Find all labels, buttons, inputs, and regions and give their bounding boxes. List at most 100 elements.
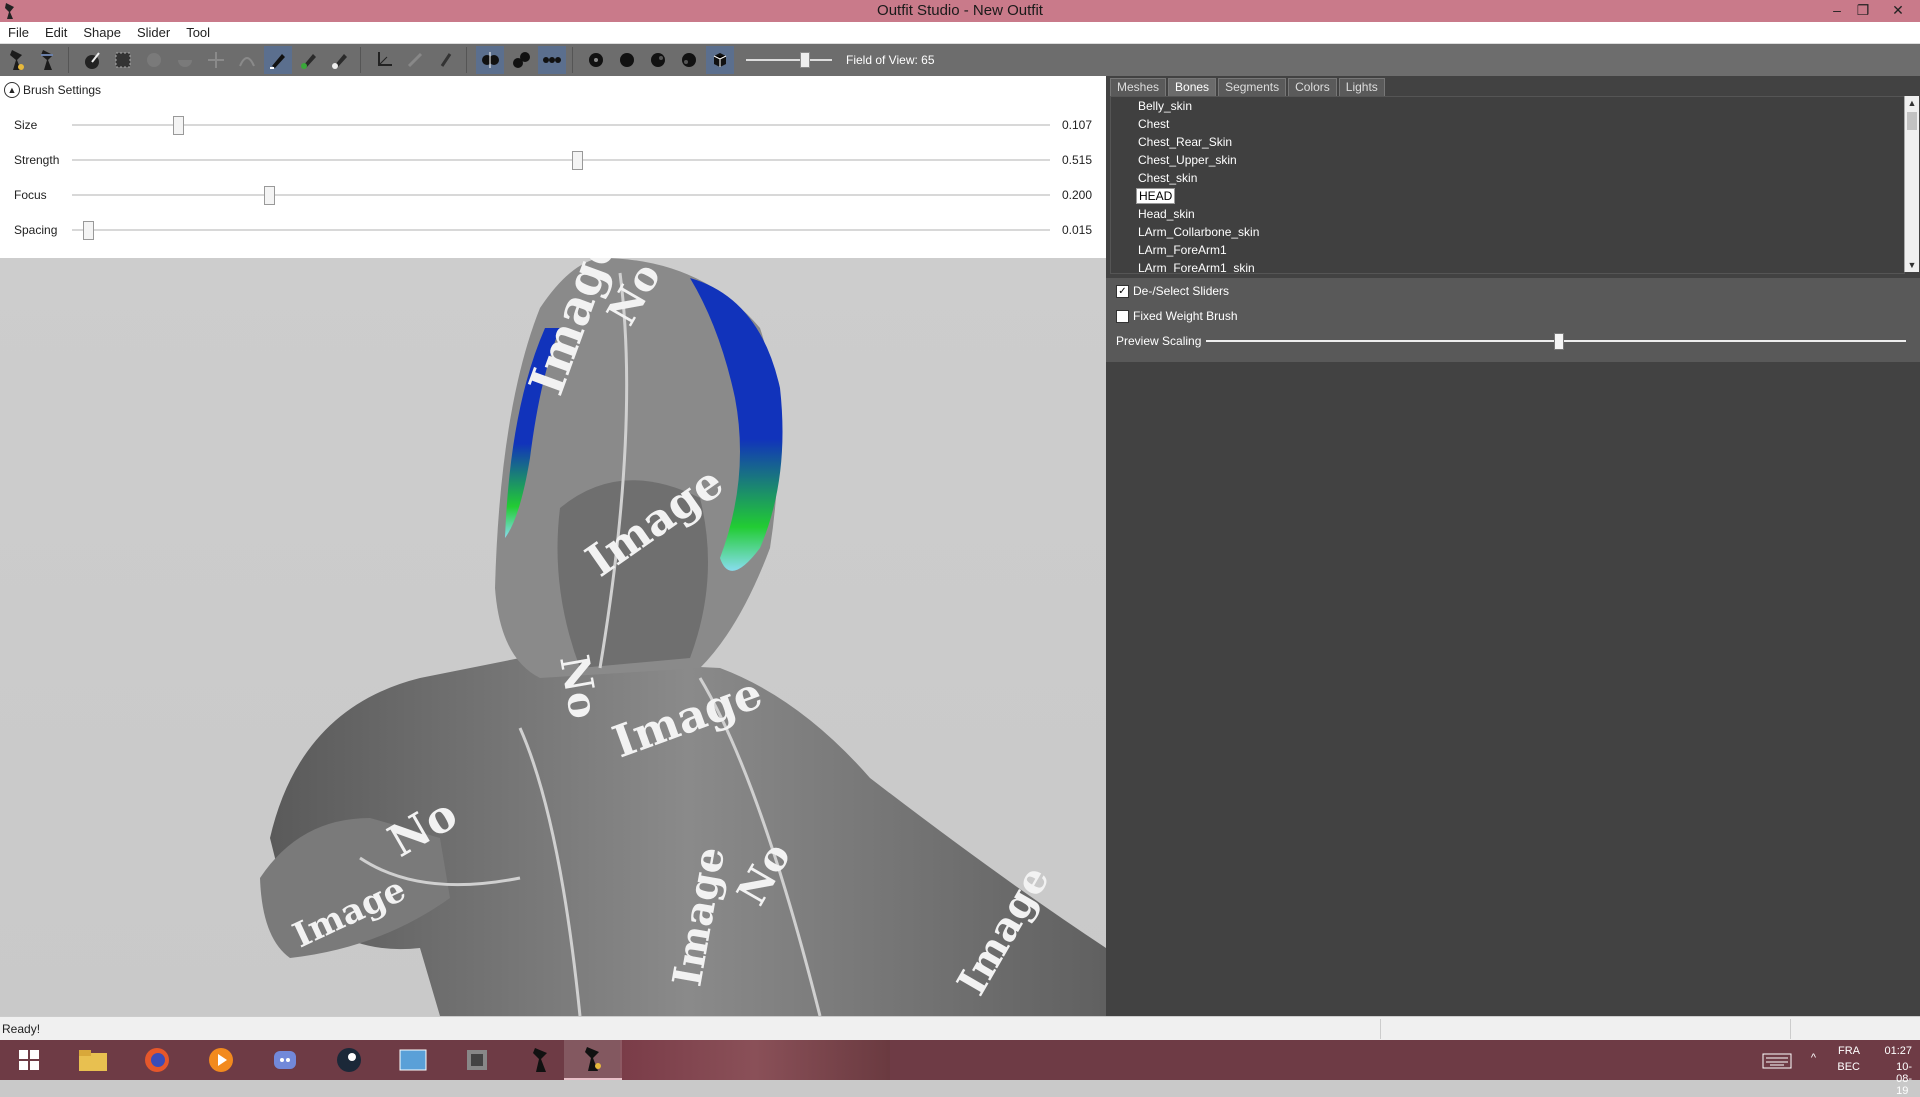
tab-colors[interactable]: Colors: [1288, 78, 1337, 97]
steam-taskbar[interactable]: [320, 1040, 378, 1080]
scroll-thumb[interactable]: [1907, 112, 1917, 130]
scroll-down-icon[interactable]: ▼: [1905, 258, 1919, 272]
menu-slider[interactable]: Slider: [129, 25, 178, 40]
file-explorer-taskbar[interactable]: [64, 1040, 122, 1080]
menu-tool[interactable]: Tool: [178, 25, 218, 40]
transform-icon[interactable]: [370, 46, 398, 74]
focus-slider[interactable]: [72, 194, 1050, 196]
discord-taskbar[interactable]: [256, 1040, 314, 1080]
size-slider-thumb[interactable]: [172, 116, 184, 135]
deflate-brush-icon[interactable]: [171, 46, 199, 74]
vertex-edit-icon[interactable]: [432, 46, 460, 74]
deselect-sliders-option[interactable]: ✓ De-/Select Sliders: [1116, 284, 1229, 298]
bone-list[interactable]: Belly_skin Chest Chest_Rear_Skin Chest_U…: [1110, 96, 1905, 274]
3d-viewport[interactable]: Image No Image No Image No Image No Imag…: [0, 258, 1106, 1016]
tray-chevron-icon[interactable]: ^: [1811, 1052, 1816, 1064]
firefox-taskbar[interactable]: [128, 1040, 186, 1080]
strength-row: Strength 0.515: [0, 148, 1106, 172]
menu-edit[interactable]: Edit: [37, 25, 75, 40]
list-item[interactable]: Chest_Rear_Skin: [1111, 133, 1904, 151]
menu-bar: File Edit Shape Slider Tool: [0, 22, 1920, 44]
clock-time[interactable]: 01:27: [1884, 1045, 1912, 1057]
strength-slider-thumb[interactable]: [571, 151, 583, 170]
fov-slider[interactable]: [746, 46, 832, 74]
show-texture-icon[interactable]: [706, 46, 734, 74]
outfit-model[interactable]: Image No Image No Image No Image No Imag…: [0, 258, 1106, 1016]
minimize-button[interactable]: –: [1824, 0, 1850, 22]
move-brush-icon[interactable]: [202, 46, 230, 74]
scroll-up-icon[interactable]: ▲: [1905, 96, 1919, 110]
list-item[interactable]: LArm_ForeArm1: [1111, 241, 1904, 259]
folder-icon: [79, 1050, 107, 1071]
menu-shape[interactable]: Shape: [75, 25, 129, 40]
smooth-brush-icon[interactable]: [233, 46, 261, 74]
restore-button[interactable]: ❐: [1850, 0, 1876, 22]
load-outfit-icon[interactable]: [34, 46, 62, 74]
connected-only-icon[interactable]: [507, 46, 535, 74]
app-icon: [5, 3, 14, 19]
tab-lights[interactable]: Lights: [1338, 78, 1385, 97]
spacing-slider-thumb[interactable]: [82, 221, 94, 240]
focus-value: 0.200: [1062, 188, 1093, 202]
mask-brush-icon[interactable]: [109, 46, 137, 74]
outfit-studio-taskbar-2[interactable]: [564, 1040, 622, 1080]
brush-settings-title: Brush Settings: [23, 83, 102, 97]
close-button[interactable]: ✕: [1876, 0, 1920, 22]
xmirror-icon[interactable]: [476, 46, 504, 74]
tab-meshes[interactable]: Meshes: [1110, 78, 1167, 97]
right-panel: Meshes Bones Segments Colors Lights Bell…: [1106, 76, 1920, 1016]
alpha-brush-icon[interactable]: [326, 46, 354, 74]
outfit-studio-active-icon: [585, 1047, 601, 1071]
pivot-icon[interactable]: [401, 46, 429, 74]
show-weight-icon[interactable]: [613, 46, 641, 74]
menu-file[interactable]: File: [0, 25, 37, 40]
global-brush-icon[interactable]: [538, 46, 566, 74]
options-panel: ✓ De-/Select Sliders Fixed Weight Brush …: [1106, 278, 1920, 362]
load-reference-icon[interactable]: [3, 46, 31, 74]
list-item[interactable]: Chest_Upper_skin: [1111, 151, 1904, 169]
show-color-icon[interactable]: [644, 46, 672, 74]
collapse-icon[interactable]: ▲: [4, 82, 20, 98]
bone-list-scrollbar[interactable]: ▲ ▼: [1904, 96, 1919, 272]
fov-label: Field of View: 65: [846, 53, 935, 67]
fov-slider-thumb[interactable]: [799, 52, 810, 68]
show-mask-icon[interactable]: [582, 46, 610, 74]
spacing-slider[interactable]: [72, 229, 1050, 231]
color-brush-icon[interactable]: [295, 46, 323, 74]
outfit-studio-taskbar-1[interactable]: [512, 1040, 570, 1080]
deselect-sliders-checkbox[interactable]: ✓: [1116, 284, 1129, 298]
focus-slider-thumb[interactable]: [263, 186, 275, 205]
weight-brush-icon[interactable]: [264, 46, 292, 74]
tab-bones[interactable]: Bones: [1168, 78, 1217, 97]
list-item[interactable]: Belly_skin: [1111, 97, 1904, 115]
strength-label: Strength: [14, 153, 60, 167]
nifskope-taskbar[interactable]: [448, 1040, 506, 1080]
start-button[interactable]: [0, 1040, 58, 1080]
size-slider[interactable]: [72, 124, 1050, 126]
language-code[interactable]: FRA: [1838, 1045, 1860, 1057]
preview-scaling-thumb[interactable]: [1554, 333, 1564, 350]
select-brush-icon[interactable]: [78, 46, 106, 74]
tab-segments[interactable]: Segments: [1218, 78, 1287, 97]
list-item[interactable]: Head_skin: [1111, 205, 1904, 223]
language-variant[interactable]: BEC: [1837, 1061, 1860, 1073]
list-item[interactable]: LArm_Collarbone_skin: [1111, 223, 1904, 241]
photos-taskbar[interactable]: [384, 1040, 442, 1080]
fixed-weight-option[interactable]: Fixed Weight Brush: [1116, 309, 1238, 323]
focus-row: Focus 0.200: [0, 183, 1106, 207]
list-item[interactable]: LArm_ForeArm1_skin: [1111, 259, 1904, 273]
inflate-brush-icon[interactable]: [140, 46, 168, 74]
clock-date[interactable]: 10-08-19: [1896, 1061, 1912, 1097]
list-item[interactable]: Chest: [1111, 115, 1904, 133]
title-bar: Outfit Studio - New Outfit – ❐ ✕: [0, 0, 1920, 22]
focus-label: Focus: [14, 188, 47, 202]
strength-slider[interactable]: [72, 159, 1050, 161]
show-wireframe-icon[interactable]: [675, 46, 703, 74]
list-item-selected[interactable]: HEAD: [1111, 187, 1904, 205]
fixed-weight-checkbox[interactable]: [1116, 309, 1129, 323]
brush-settings-header[interactable]: ▲ Brush Settings: [4, 82, 101, 98]
size-row: Size 0.107: [0, 113, 1106, 137]
list-item[interactable]: Chest_skin: [1111, 169, 1904, 187]
keyboard-icon[interactable]: [1762, 1053, 1792, 1069]
media-player-taskbar[interactable]: [192, 1040, 250, 1080]
